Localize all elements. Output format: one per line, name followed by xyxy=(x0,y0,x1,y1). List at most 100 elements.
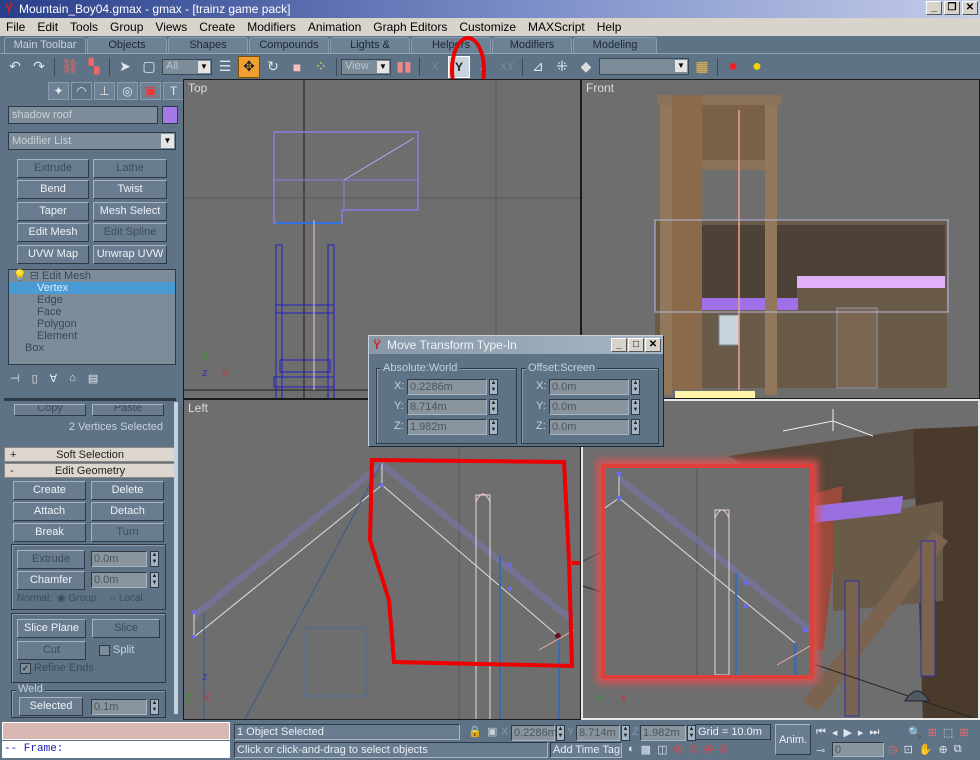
collapse-icon[interactable]: ⊟ xyxy=(30,270,39,282)
select-icon[interactable]: ➤ xyxy=(114,56,136,78)
extrude-button[interactable]: Extrude xyxy=(17,550,85,569)
rotate-icon[interactable]: ↻ xyxy=(262,56,284,78)
go-to-start-icon[interactable]: ⏮ xyxy=(816,726,826,739)
stack-item-box[interactable]: Box xyxy=(9,342,175,354)
abs-z-field[interactable]: 1.982m xyxy=(407,419,487,435)
menu-group[interactable]: Group xyxy=(104,20,149,34)
snap-3d-icon[interactable]: ✇ xyxy=(673,743,682,756)
normal-local-radio[interactable]: ○ Local xyxy=(110,593,143,604)
unlink-icon[interactable]: ▚ xyxy=(83,56,105,78)
scale-icon[interactable]: ■ xyxy=(286,56,308,78)
dialog-minimize-button[interactable]: _ xyxy=(611,338,627,352)
tab-modifiers[interactable]: Modifiers xyxy=(492,37,572,53)
weld-threshold-field[interactable]: 0.1m xyxy=(91,699,147,715)
chamfer-spinner[interactable]: ▲ ▼ xyxy=(150,572,159,588)
grid-snap-icon[interactable]: ▩ xyxy=(641,743,651,756)
dialog-close-button[interactable]: ✕ xyxy=(645,338,661,352)
status-x-spinner[interactable]: ▲ ▼ xyxy=(556,725,565,741)
soft-selection-rollout[interactable]: + Soft Selection xyxy=(4,447,176,462)
attach-button[interactable]: Attach xyxy=(13,502,86,521)
selection-filter-dropdown[interactable]: All ▼ xyxy=(162,58,212,75)
edit-geometry-rollout[interactable]: - Edit Geometry xyxy=(4,463,176,478)
taper-modifier-button[interactable]: Taper xyxy=(17,202,89,221)
angle-snap-icon[interactable]: ✇ xyxy=(689,743,698,756)
extrude-modifier-button[interactable]: Extrude xyxy=(17,159,89,178)
modify-icon[interactable]: ◠ xyxy=(71,82,92,100)
hierarchy-icon[interactable]: ⊥ xyxy=(94,82,115,100)
edit-spline-modifier-button[interactable]: Edit Spline xyxy=(93,223,167,242)
abs-x-spinner[interactable]: ▲ ▼ xyxy=(489,379,498,395)
menu-tools[interactable]: Tools xyxy=(64,20,104,34)
remove-modifier-icon[interactable]: ⌂ xyxy=(69,372,76,385)
tab-modeling[interactable]: Modeling xyxy=(573,37,657,53)
link-icon[interactable]: ⛓ xyxy=(59,56,81,78)
menu-views[interactable]: Views xyxy=(149,20,193,34)
offset-x-field[interactable]: 0.0m xyxy=(549,379,629,395)
offset-z-field[interactable]: 0.0m xyxy=(549,419,629,435)
stack-item-edge[interactable]: Edge xyxy=(9,294,175,306)
zoom-extents-icon[interactable]: ⬚ xyxy=(943,726,953,739)
stack-item-face[interactable]: Face xyxy=(9,306,175,318)
menu-customize[interactable]: Customize xyxy=(453,20,522,34)
abs-y-field[interactable]: 8.714m xyxy=(407,399,487,415)
current-frame-field[interactable]: 0 xyxy=(832,742,884,757)
shaded-icon[interactable]: ◐ xyxy=(628,743,635,756)
viewport-left[interactable]: Left z y x xyxy=(183,399,581,720)
unwrap-uvw-modifier-button[interactable]: Unwrap UVW xyxy=(93,245,167,264)
cut-button[interactable]: Cut xyxy=(17,641,86,660)
pan-icon[interactable]: ✋ xyxy=(919,743,933,756)
pivot-icon[interactable]: ⁘ xyxy=(310,56,332,78)
extrude-amount-field[interactable]: 0.0m xyxy=(91,551,147,567)
selection-lock-icon[interactable]: 🔒 xyxy=(468,725,482,738)
menu-animation[interactable]: Animation xyxy=(302,20,367,34)
maximize-viewport-icon[interactable]: ⧉ xyxy=(954,743,962,756)
absolute-mode-icon[interactable]: ▣ xyxy=(487,725,497,738)
bend-modifier-button[interactable]: Bend xyxy=(17,180,89,199)
mesh-select-modifier-button[interactable]: Mesh Select xyxy=(93,202,167,221)
spinner-snap-icon[interactable]: ✇ xyxy=(719,743,728,756)
create-button[interactable]: Create xyxy=(13,481,86,500)
offset-x-spinner[interactable]: ▲ ▼ xyxy=(631,379,640,395)
twist-modifier-button[interactable]: Twist xyxy=(93,180,167,199)
use-pivot-center-icon[interactable]: ▮▮ xyxy=(393,56,415,78)
minimize-button[interactable]: _ xyxy=(926,1,942,15)
play-icon[interactable]: ▶ xyxy=(843,726,851,739)
break-button[interactable]: Break xyxy=(13,523,86,542)
display-icon[interactable]: ▣ xyxy=(140,82,161,100)
menu-maxscript[interactable]: MAXScript xyxy=(522,20,591,34)
extrude-spinner[interactable]: ▲ ▼ xyxy=(150,551,159,567)
split-checkbox[interactable]: Split xyxy=(99,644,134,656)
axis-x-button[interactable]: X xyxy=(424,56,446,78)
dialog-maximize-button[interactable]: □ xyxy=(628,338,644,352)
menu-modifiers[interactable]: Modifiers xyxy=(241,20,302,34)
select-by-name-icon[interactable]: ☰ xyxy=(214,56,236,78)
abs-y-spinner[interactable]: ▲ ▼ xyxy=(489,399,498,415)
render-icon[interactable]: ● xyxy=(746,56,768,78)
redo-icon[interactable]: ↷ xyxy=(28,56,50,78)
stack-item-element[interactable]: Element xyxy=(9,330,175,342)
status-x-field[interactable]: 0.2286m xyxy=(511,725,557,741)
modifier-list-dropdown[interactable]: Modifier List ▼ xyxy=(8,132,176,150)
status-z-field[interactable]: 1.982m xyxy=(640,725,686,741)
maxscript-input[interactable] xyxy=(2,722,230,740)
create-icon[interactable]: ✦ xyxy=(48,82,69,100)
named-selection-dropdown[interactable]: ▼ xyxy=(599,58,689,75)
viewport-perspective[interactable]: y x xyxy=(581,399,980,720)
object-color-swatch[interactable] xyxy=(162,106,178,124)
tab-compounds[interactable]: Compounds xyxy=(249,37,329,53)
dialog-title-bar[interactable]: Ϋ Move Transform Type-In _ □ ✕ xyxy=(369,336,663,354)
uvw-map-modifier-button[interactable]: UVW Map xyxy=(17,245,89,264)
abs-x-field[interactable]: 0.2286m xyxy=(407,379,487,395)
tab-main-toolbar[interactable]: Main Toolbar xyxy=(4,37,86,53)
stack-item-edit-mesh[interactable]: 💡 ⊟ Edit Mesh xyxy=(9,270,175,282)
next-frame-icon[interactable]: ▸ xyxy=(858,726,864,739)
undo-icon[interactable]: ↶ xyxy=(4,56,26,78)
stack-item-vertex[interactable]: Vertex xyxy=(9,282,175,294)
status-y-field[interactable]: 8.714m xyxy=(576,725,620,741)
array-icon[interactable]: ⁜ xyxy=(551,56,573,78)
zoom-all-icon[interactable]: ⊞ xyxy=(928,726,937,739)
key-mode-icon[interactable]: ⊸ xyxy=(816,744,825,757)
pin-stack-icon[interactable]: ⊣ xyxy=(10,372,20,385)
turn-button[interactable]: Turn xyxy=(91,523,164,542)
menu-edit[interactable]: Edit xyxy=(31,20,64,34)
